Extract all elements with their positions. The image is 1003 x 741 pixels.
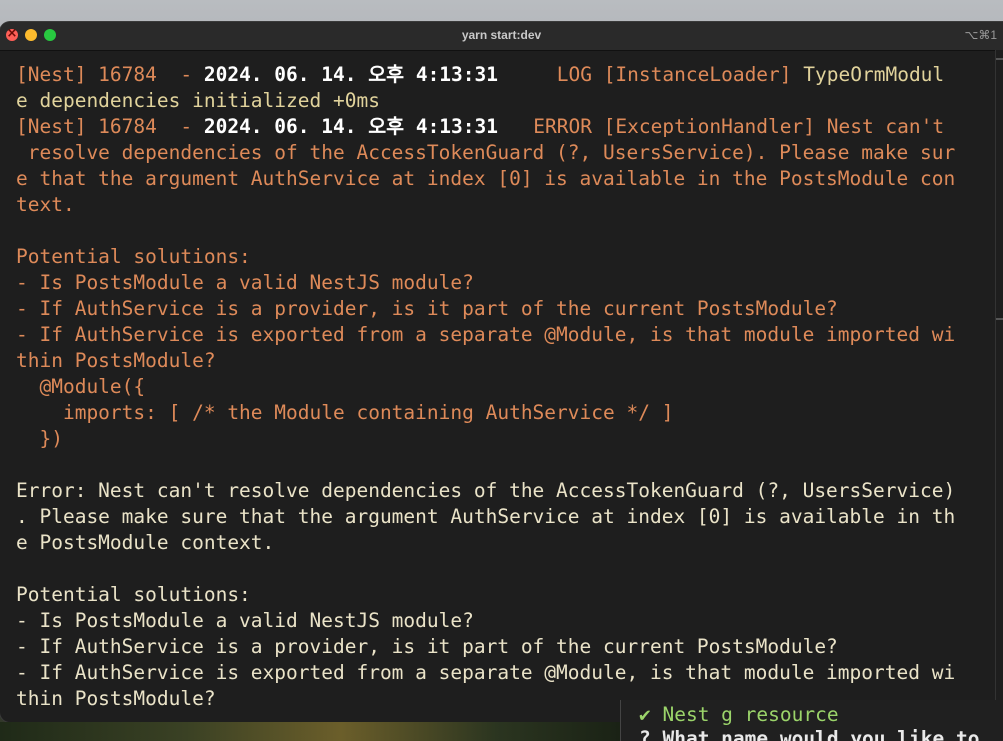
terminal-line: - If AuthService is a provider, is it pa…: [16, 296, 986, 322]
desktop-wallpaper: [0, 722, 620, 741]
terminal-line: @Module({: [16, 374, 986, 400]
terminal-text: [Nest] 16784 -: [16, 63, 204, 86]
scroll-marker: [996, 318, 1003, 320]
scroll-marker: [996, 58, 1003, 60]
terminal-text: [InstanceLoader]: [603, 63, 804, 86]
window-title: yarn start:dev: [461, 28, 542, 42]
terminal-window: yarn start:dev ⌥⌘1 [Nest] 16784 - 2024. …: [0, 22, 1003, 722]
terminal-text: 2024. 06. 14. 오후 4:13:31: [203, 115, 499, 138]
terminal-text: e dependencies initialized: [16, 89, 333, 112]
terminal-text: - If AuthService is a provider, is it pa…: [16, 297, 838, 320]
terminal-text: - Is PostsModule a valid NestJS module?: [16, 609, 474, 632]
background-terminal-line: ✔ Nest g resource: [639, 703, 839, 726]
background-terminal-line: ? What name would you like to: [639, 727, 980, 741]
terminal-text: TypeOrmModul: [803, 63, 945, 86]
terminal-line: - If AuthService is exported from a sepa…: [16, 660, 986, 686]
terminal-text: - If AuthService is exported from a sepa…: [16, 661, 956, 684]
terminal-text: Potential solutions:: [16, 583, 251, 606]
terminal-text: imports: [ /* the Module containing Auth…: [16, 401, 674, 424]
terminal-line: [Nest] 16784 - 2024. 06. 14. 오후 4:13:31 …: [16, 114, 986, 140]
terminal-line: [Nest] 16784 - 2024. 06. 14. 오후 4:13:31 …: [16, 62, 986, 88]
terminal-text: - If AuthService is a provider, is it pa…: [16, 635, 838, 658]
terminal-line: . Please make sure that the argument Aut…: [16, 504, 986, 530]
terminal-text: thin PostsModule?: [16, 687, 216, 710]
terminal-line: - If AuthService is a provider, is it pa…: [16, 634, 986, 660]
terminal-text: . Please make sure that the argument Aut…: [16, 505, 956, 528]
terminal-line: - Is PostsModule a valid NestJS module?: [16, 608, 986, 634]
terminal-line: }): [16, 426, 986, 452]
terminal-line: resolve dependencies of the AccessTokenG…: [16, 140, 986, 166]
terminal-text: }): [16, 427, 63, 450]
window-shortcut-label: ⌥⌘1: [964, 28, 997, 42]
terminal-text: e PostsModule context.: [16, 531, 275, 554]
terminal-text: - Is PostsModule a valid NestJS module?: [16, 271, 474, 294]
terminal-line: imports: [ /* the Module containing Auth…: [16, 400, 986, 426]
terminal-scrollbar[interactable]: [995, 50, 1003, 722]
terminal-line: Error: Nest can't resolve dependencies o…: [16, 478, 986, 504]
terminal-text: ERROR [ExceptionHandler] Nest can't: [498, 115, 945, 138]
terminal-line: - If AuthService is exported from a sepa…: [16, 322, 986, 348]
terminal-text: Error: Nest can't resolve dependencies o…: [16, 479, 956, 502]
background-terminal-window[interactable]: ✔ Nest g resource ? What name would you …: [620, 700, 1003, 741]
terminal-line: text.: [16, 192, 986, 218]
terminal-line: e that the argument AuthService at index…: [16, 166, 986, 192]
terminal-line: thin PostsModule?: [16, 348, 986, 374]
terminal-text: @Module({: [16, 375, 146, 398]
terminal-line: Potential solutions:: [16, 244, 986, 270]
terminal-text: +0ms: [332, 89, 380, 112]
terminal-text: - If AuthService is exported from a sepa…: [16, 323, 956, 346]
terminal-line: e PostsModule context.: [16, 530, 986, 556]
terminal-text: LOG: [498, 63, 604, 86]
title-bar[interactable]: yarn start:dev ⌥⌘1: [0, 22, 1003, 51]
terminal-output[interactable]: [Nest] 16784 - 2024. 06. 14. 오후 4:13:31 …: [16, 62, 986, 712]
terminal-text: e that the argument AuthService at index…: [16, 167, 956, 190]
terminal-line: - Is PostsModule a valid NestJS module?: [16, 270, 986, 296]
terminal-text: text.: [16, 193, 75, 216]
terminal-text: thin PostsModule?: [16, 349, 216, 372]
terminal-text: resolve dependencies of the AccessTokenG…: [16, 141, 956, 164]
terminal-line: Potential solutions:: [16, 582, 986, 608]
terminal-line: e dependencies initialized +0ms: [16, 88, 986, 114]
terminal-text: 2024. 06. 14. 오후 4:13:31: [203, 63, 499, 86]
terminal-text: Potential solutions:: [16, 245, 251, 268]
terminal-text: [Nest] 16784 -: [16, 115, 204, 138]
